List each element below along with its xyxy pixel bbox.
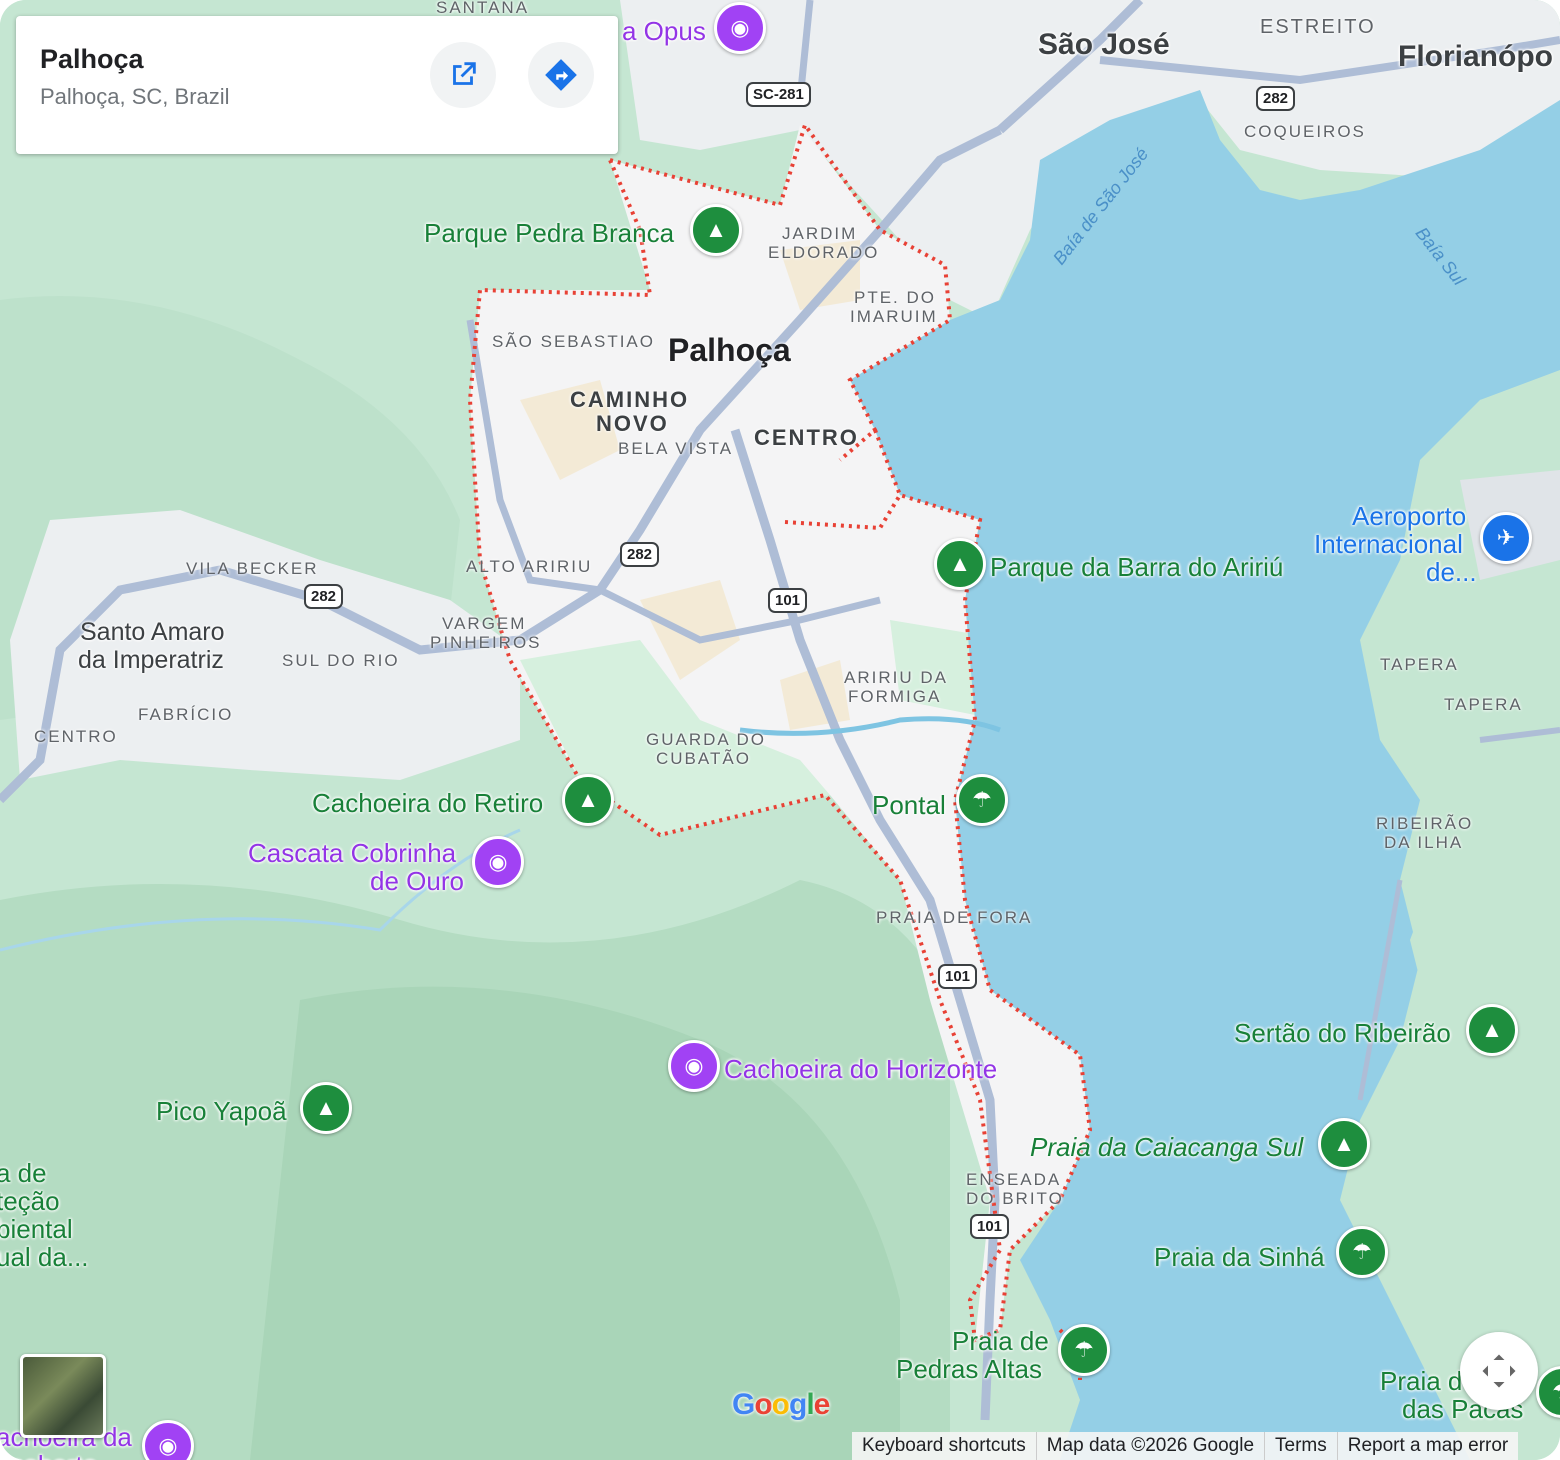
airport-icon[interactable]: ✈ [1480,512,1532,564]
nb-aririu-2: FORMIGA [848,687,942,706]
city-label-palhoca: Palhoça [668,332,791,368]
directions-button[interactable] [528,42,594,108]
nb-guarda-1: GUARDA DO [646,730,767,749]
poi-label-pedras-1[interactable]: Praia de [952,1326,1049,1357]
nb-tapera-2: TAPERA [1444,695,1523,714]
poi-label-pontal[interactable]: Pontal [872,790,946,821]
nb-pte-1: PTE. DO [854,288,937,307]
poi-label-cachoeira-retiro[interactable]: Cachoeira do Retiro [312,788,543,819]
poi-label-aeroporto-3[interactable]: de... [1426,558,1477,586]
map-data-attribution: Map data ©2026 Google [1035,1432,1264,1460]
open-in-maps-button[interactable] [430,42,496,108]
external-link-icon [453,62,476,85]
beach-icon[interactable]: ☂ [1336,1226,1388,1278]
place-address: Palhoça, SC, Brazil [40,84,230,109]
poi-label-cachoeira-horizonte[interactable]: Cachoeira do Horizonte [724,1054,997,1085]
poi-label-caiacanga[interactable]: Praia da Caiacanga Sul [1030,1132,1303,1163]
map-base [0,0,1560,1460]
nb-centro: CENTRO [754,425,859,450]
nb-caminho-1: CAMINHO [570,387,690,412]
beach-icon[interactable]: ☂ [1058,1324,1110,1376]
camera-icon[interactable]: ◉ [668,1040,720,1092]
satellite-layer-toggle[interactable] [20,1354,106,1438]
city-label-florianopolis: Florianópo [1398,40,1553,73]
nb-enseada-1: ENSEADA [966,1170,1062,1189]
poi-label-area-2[interactable]: teção [0,1186,60,1217]
report-error-link[interactable]: Report a map error [1336,1432,1519,1460]
beach-icon[interactable]: ☂ [956,774,1008,826]
nb-caminho-2: NOVO [596,411,669,436]
park-icon[interactable]: ▲ [690,204,742,256]
nb-ribeirao-1: RIBEIRÃO [1376,814,1474,833]
poi-label-area-3[interactable]: biental [0,1214,73,1245]
poi-label-pedra-branca[interactable]: Parque Pedra Branca [424,218,674,249]
nb-bela-vista: BELA VISTA [618,439,734,458]
map-canvas[interactable]: Palhoça São José Florianópo Santo Amaro … [0,0,1560,1460]
nb-vargem-1: VARGEM [442,614,527,633]
poi-label-pedras-2[interactable]: Pedras Altas [896,1354,1042,1385]
camera-icon[interactable]: ◉ [714,2,766,54]
poi-label-aeroporto-1[interactable]: Aeroporto [1352,502,1466,530]
route-shield-282: 282 [1256,86,1296,111]
poi-label-cascata-2[interactable]: de Ouro [370,866,464,897]
nb-aririu-1: ARIRIU DA [844,668,948,687]
route-shield-101: 101 [768,588,808,613]
nb-coqueiros: COQUEIROS [1244,122,1366,141]
nb-alto-aririu: ALTO ARIRIU [466,557,593,576]
nb-fabricio: FABRÍCIO [138,705,234,724]
nb-praia-de-fora: PRAIA DE FORA [876,908,1033,927]
place-title: Palhoça [40,44,144,74]
terms-link[interactable]: Terms [1264,1432,1337,1460]
park-icon[interactable]: ▲ [562,774,614,826]
city-label-santo-amaro-1: Santo Amaro [80,618,225,646]
park-icon[interactable]: ▲ [934,538,986,590]
poi-label-area-4[interactable]: ual da... [0,1242,89,1273]
route-shield-282: 282 [620,542,660,567]
keyboard-shortcuts-link[interactable]: Keyboard shortcuts [852,1432,1036,1460]
nb-santana: SANTANA [436,0,530,17]
nb-centro-w: CENTRO [34,727,118,746]
poi-label-area-1[interactable]: a de [0,1158,47,1189]
nb-ribeirao-2: DA ILHA [1384,833,1464,852]
nb-sao-sebastiao: SÃO SEBASTIAO [492,332,655,351]
poi-label-sinha[interactable]: Praia da Sinhá [1154,1242,1325,1273]
park-icon[interactable]: ▲ [1466,1004,1518,1056]
map-footer: Keyboard shortcuts Map data ©2026 Google… [852,1432,1519,1460]
nb-sul-do-rio: SUL DO RIO [282,651,400,670]
nb-jardim-1: JARDIM [782,224,858,243]
nb-enseada-2: DO BRITO [966,1189,1064,1208]
route-shield-282: 282 [304,584,344,609]
poi-label-barra-aririu[interactable]: Parque da Barra do Aririú [990,552,1283,583]
nb-pte-2: IMARUIM [850,307,938,326]
fullscreen-icon [1482,1354,1516,1388]
google-logo: Google [732,1388,830,1421]
city-label-sao-jose: São José [1038,28,1170,61]
poi-label-opus[interactable]: a Opus [622,16,706,47]
camera-icon[interactable]: ◉ [472,836,524,888]
route-shield-101: 101 [938,964,978,989]
poi-label-cachoeira-bl-2[interactable]: acoborto [0,1450,97,1460]
route-shield-sc281: SC-281 [746,82,811,107]
nb-tapera-1: TAPERA [1380,655,1459,674]
directions-icon [545,59,577,91]
nb-jardim-2: ELDORADO [768,243,880,262]
park-icon[interactable]: ▲ [300,1082,352,1134]
place-info-card: Palhoça Palhoça, SC, Brazil [16,16,618,154]
poi-label-pacas-1[interactable]: Praia d [1380,1366,1462,1397]
nb-guarda-2: CUBATÃO [656,749,751,768]
nb-vila-becker: VILA BECKER [186,559,319,578]
poi-label-pico-yapoa[interactable]: Pico Yapoã [156,1096,287,1127]
poi-label-sertao[interactable]: Sertão do Ribeirão [1234,1018,1451,1049]
park-icon[interactable]: ▲ [1318,1118,1370,1170]
fullscreen-button[interactable] [1460,1332,1538,1410]
poi-label-aeroporto-2[interactable]: Internacional [1314,530,1463,558]
nb-estreito: ESTREITO [1260,16,1376,38]
poi-label-cascata-1[interactable]: Cascata Cobrinha [248,838,456,869]
nb-vargem-2: PINHEIROS [430,633,542,652]
city-label-santo-amaro-2: da Imperatriz [78,646,224,674]
route-shield-101: 101 [970,1214,1010,1239]
